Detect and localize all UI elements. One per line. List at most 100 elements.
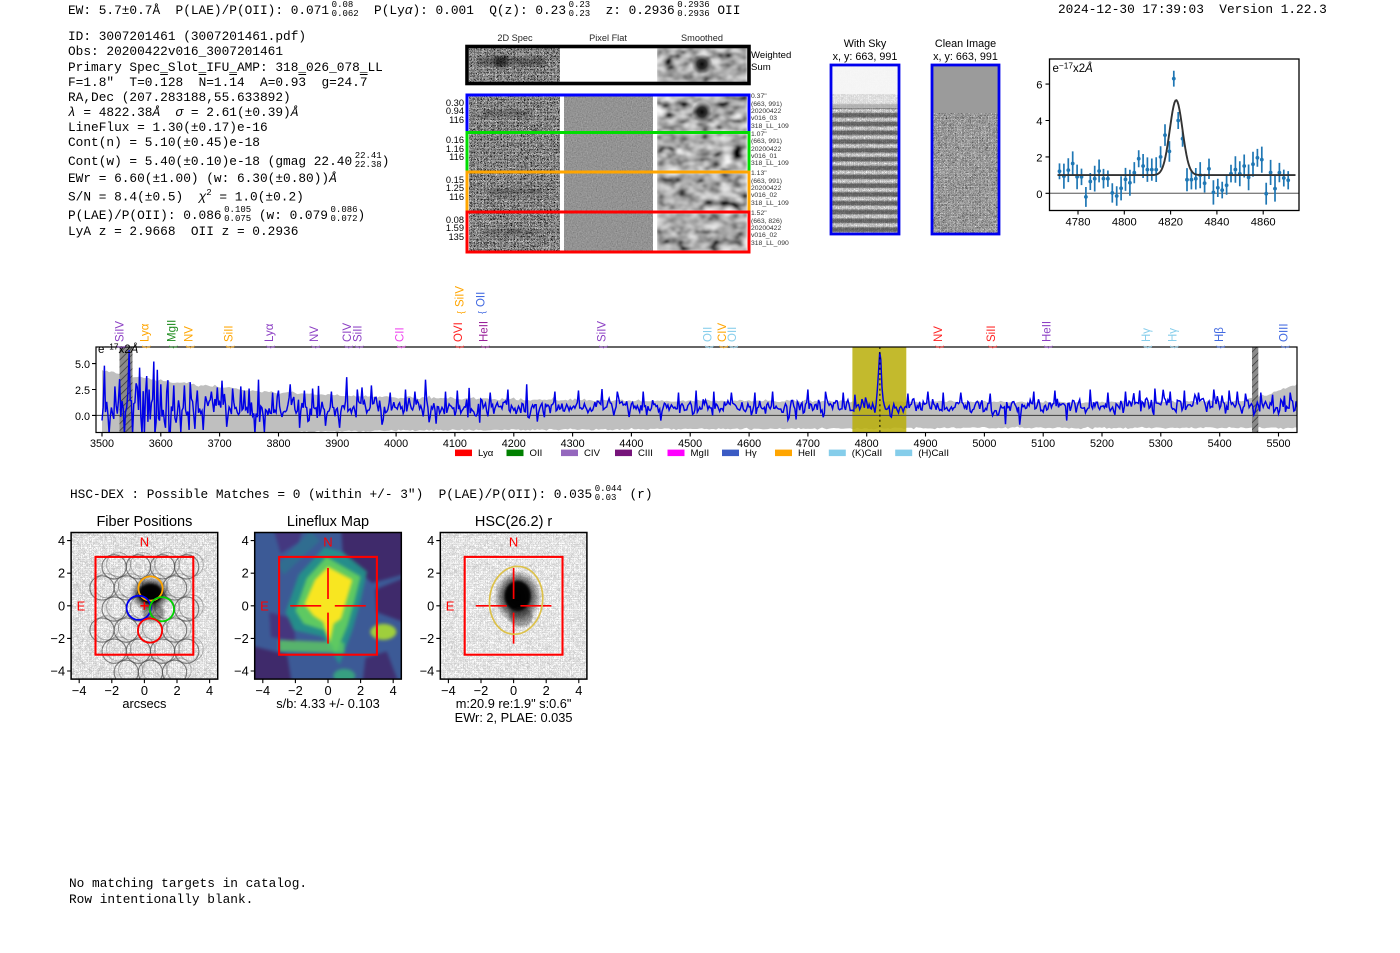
- svg-text:E: E: [446, 598, 455, 613]
- svg-text:NV: NV: [309, 326, 321, 342]
- svg-text:NV: NV: [933, 326, 945, 342]
- svg-text:{: {: [140, 345, 150, 348]
- svg-text:{: {: [310, 345, 320, 348]
- svg-text:4: 4: [58, 533, 65, 548]
- svg-text:−4: −4: [420, 664, 435, 679]
- svg-text:CIV: CIV: [584, 448, 601, 459]
- svg-text:N: N: [140, 534, 149, 549]
- svg-text:4800: 4800: [1112, 217, 1137, 229]
- svg-text:2: 2: [1036, 152, 1042, 164]
- svg-text:4100: 4100: [443, 438, 467, 450]
- svg-text:SiIV: SiIV: [115, 321, 127, 342]
- svg-text:EWr: 2, PLAE: 0.035: EWr: 2, PLAE: 0.035: [455, 710, 573, 725]
- svg-text:−4: −4: [234, 664, 249, 679]
- svg-text:{: {: [1042, 345, 1052, 348]
- svg-text:E: E: [77, 598, 86, 613]
- svg-text:0: 0: [58, 598, 65, 613]
- svg-text:{: {: [185, 345, 195, 348]
- svg-text:{: {: [479, 345, 489, 348]
- svg-text:HSC(26.2) r: HSC(26.2) r: [475, 514, 553, 530]
- svg-text:2.5: 2.5: [75, 385, 90, 397]
- svg-text:−2: −2: [234, 631, 249, 646]
- svg-text:N: N: [509, 534, 518, 549]
- svg-text:{: {: [1280, 345, 1290, 348]
- svg-text:{: {: [598, 345, 608, 348]
- svg-text:−2: −2: [420, 631, 435, 646]
- svg-text:5100: 5100: [1031, 438, 1055, 450]
- svg-text:N: N: [323, 534, 332, 549]
- svg-text:E: E: [260, 598, 269, 613]
- svg-text:2: 2: [173, 683, 180, 698]
- svg-text:{: {: [265, 345, 275, 348]
- svg-text:4: 4: [575, 683, 582, 698]
- svg-text:−4: −4: [256, 683, 271, 698]
- svg-text:−4: −4: [51, 664, 66, 679]
- svg-text:OII: OII: [703, 327, 715, 342]
- svg-text:4860: 4860: [1251, 217, 1276, 229]
- svg-text:SiII: SiII: [223, 325, 235, 342]
- svg-text:4: 4: [1036, 116, 1042, 128]
- svg-text:SiIV: SiIV: [597, 321, 609, 342]
- svg-text:3900: 3900: [325, 438, 349, 450]
- svg-text:OIII: OIII: [1279, 323, 1291, 342]
- svg-text:HeII: HeII: [1041, 321, 1053, 342]
- svg-text:−2: −2: [51, 631, 66, 646]
- svg-text:4: 4: [427, 533, 434, 548]
- svg-text:arcsecs: arcsecs: [122, 696, 166, 711]
- svg-text:OII: OII: [727, 327, 739, 342]
- svg-text:2: 2: [242, 566, 249, 581]
- svg-text:HeII: HeII: [478, 321, 490, 342]
- svg-text:Lineflux Map: Lineflux Map: [287, 514, 369, 530]
- svg-text:4: 4: [390, 683, 397, 698]
- svg-text:5200: 5200: [1090, 438, 1114, 450]
- svg-text:5.0: 5.0: [75, 359, 90, 371]
- svg-text:{: {: [395, 345, 405, 348]
- svg-text:2: 2: [58, 566, 65, 581]
- svg-text:Fiber Positions: Fiber Positions: [96, 514, 192, 530]
- svg-text:0: 0: [427, 598, 434, 613]
- svg-text:5400: 5400: [1208, 438, 1232, 450]
- svg-text:{: {: [116, 345, 126, 348]
- svg-text:SiII: SiII: [352, 325, 364, 342]
- svg-text:3700: 3700: [208, 438, 232, 450]
- svg-text:−4: −4: [441, 683, 456, 698]
- svg-text:2: 2: [427, 566, 434, 581]
- svg-text:4: 4: [206, 683, 213, 698]
- svg-text:e−17x2Å: e−17x2Å: [1053, 61, 1094, 76]
- svg-text:{: {: [987, 345, 997, 348]
- svg-text:Hγ: Hγ: [1167, 328, 1179, 342]
- svg-text:(K)CaII: (K)CaII: [852, 448, 882, 459]
- svg-text:OII: OII: [530, 448, 543, 459]
- svg-text:{: {: [1142, 345, 1152, 348]
- svg-text:−4: −4: [72, 683, 87, 698]
- svg-text:4300: 4300: [561, 438, 585, 450]
- svg-text:OVI: OVI: [453, 322, 465, 342]
- svg-text:{: {: [1215, 345, 1225, 348]
- svg-text:SiIV: SiIV: [454, 286, 466, 307]
- svg-text:CIII: CIII: [638, 448, 653, 459]
- svg-text:MgII: MgII: [691, 448, 710, 459]
- svg-text:4820: 4820: [1158, 217, 1183, 229]
- svg-text:(H)CaII: (H)CaII: [918, 448, 949, 459]
- svg-text:{: {: [353, 345, 363, 348]
- svg-text:5000: 5000: [972, 438, 996, 450]
- svg-text:Hγ: Hγ: [745, 448, 757, 459]
- svg-text:{: {: [934, 345, 944, 348]
- svg-text:6: 6: [1036, 80, 1042, 92]
- svg-text:3800: 3800: [266, 438, 290, 450]
- svg-text:0.0: 0.0: [75, 411, 90, 423]
- svg-text:{: {: [224, 345, 234, 348]
- svg-text:NV: NV: [184, 326, 196, 342]
- svg-text:{: {: [704, 345, 714, 348]
- svg-text:{: {: [454, 345, 464, 348]
- svg-text:Lyα: Lyα: [139, 323, 151, 342]
- svg-text:5300: 5300: [1149, 438, 1173, 450]
- svg-text:CII: CII: [394, 327, 406, 342]
- svg-text:−2: −2: [105, 683, 120, 698]
- svg-text:4: 4: [242, 533, 249, 548]
- svg-text:SiII: SiII: [986, 325, 998, 342]
- svg-text:0: 0: [242, 598, 249, 613]
- svg-text:4780: 4780: [1066, 217, 1091, 229]
- svg-text:MgII: MgII: [166, 320, 178, 342]
- svg-text:4200: 4200: [502, 438, 526, 450]
